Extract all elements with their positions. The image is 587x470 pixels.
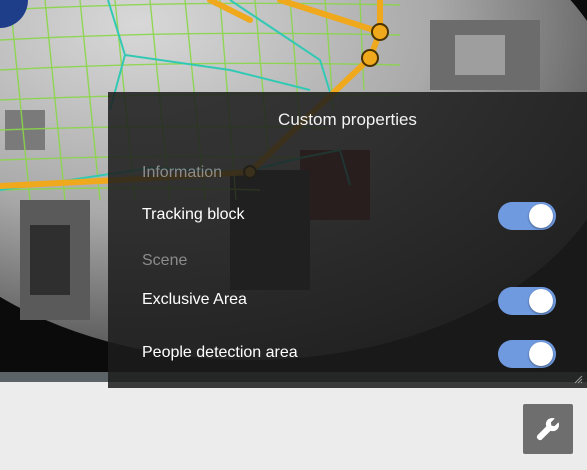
toggle-knob [529,204,553,228]
resize-grip-icon[interactable] [573,374,583,384]
exclusive-area-toggle[interactable] [498,287,556,315]
section-scene: Scene [142,252,188,269]
tracking-block-toggle[interactable] [498,202,556,230]
wrench-icon [536,417,560,441]
people-detection-area-label: People detection area [142,344,298,361]
row-people-detection-area: People detection area [108,336,587,370]
row-exclusive-area: Exclusive Area [108,283,587,317]
exclusive-area-label: Exclusive Area [142,291,247,308]
people-detection-area-toggle[interactable] [498,340,556,368]
custom-properties-panel: Custom properties Information Tracking b… [108,92,587,388]
toggle-knob [529,289,553,313]
row-tracking-block: Tracking block [108,198,587,232]
settings-button[interactable] [523,404,573,454]
tracking-block-label: Tracking block [142,206,245,223]
section-information: Information [142,164,223,181]
panel-title: Custom properties [278,110,417,129]
toggle-knob [529,342,553,366]
